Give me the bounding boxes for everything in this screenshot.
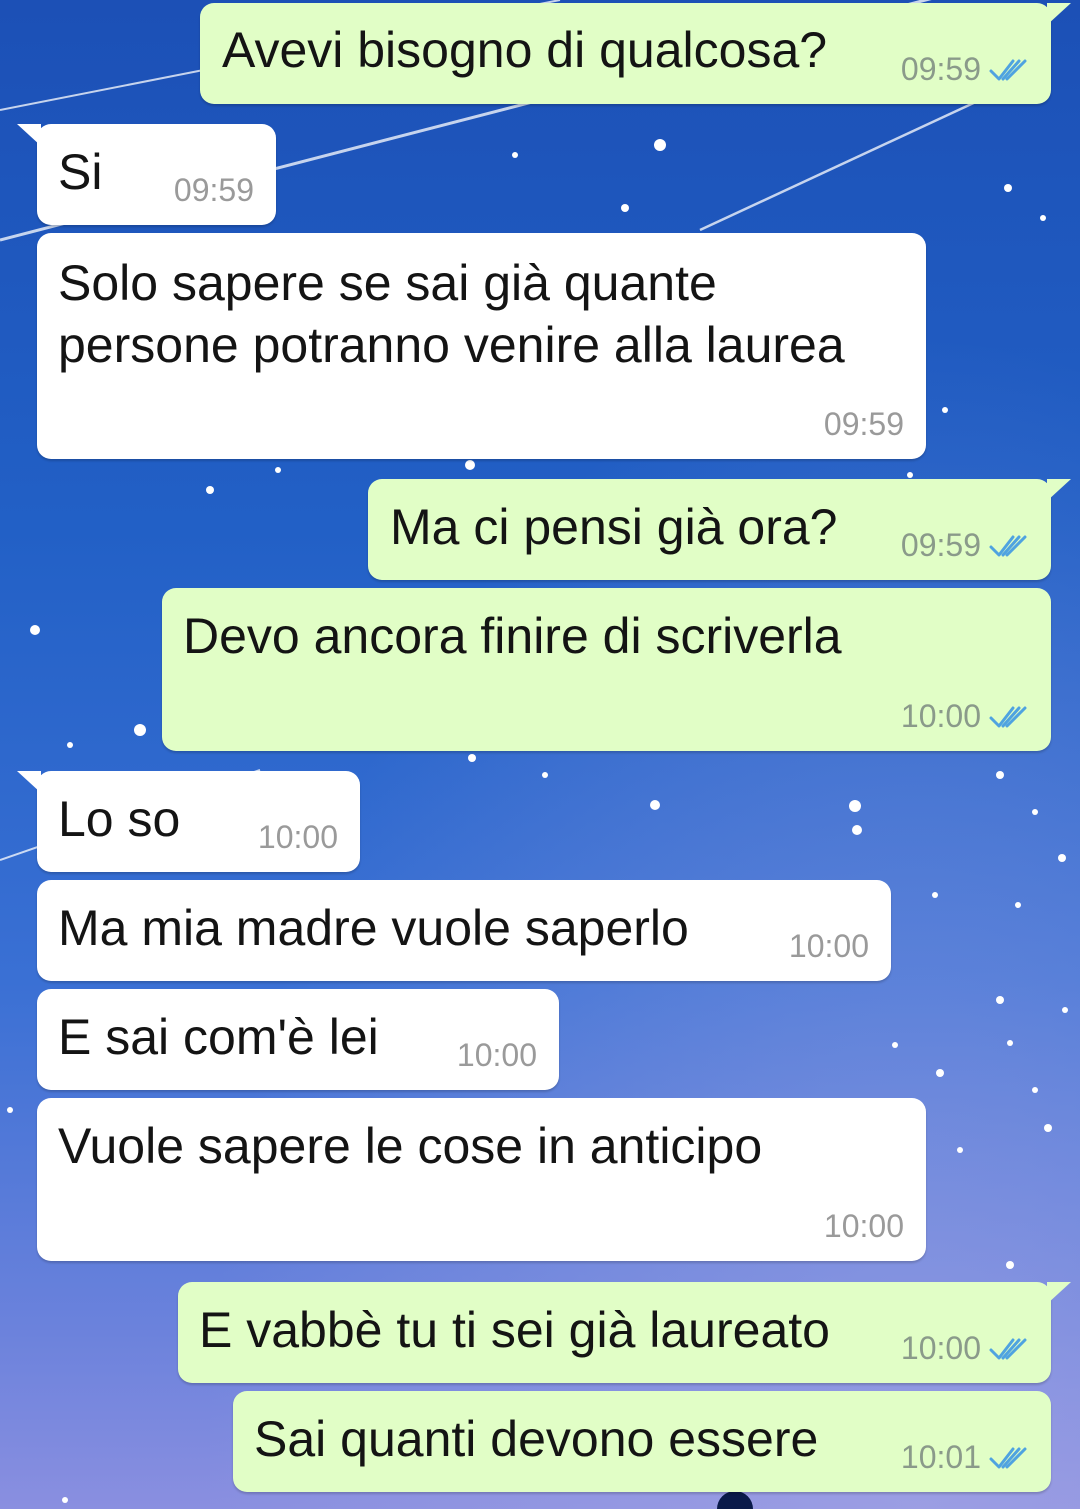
message-meta: 10:01 bbox=[901, 1439, 1029, 1476]
message-bubble-outgoing[interactable]: Ma ci pensi già ora? 09:59 bbox=[368, 479, 1071, 580]
message-meta: 10:00 bbox=[901, 698, 1029, 735]
message-time: 09:59 bbox=[900, 527, 981, 563]
message-text: Sai quanti devono essere bbox=[254, 1411, 819, 1467]
message-meta: 10:00 bbox=[901, 1330, 1029, 1367]
message-meta: 09:59 bbox=[174, 172, 254, 209]
message-text: Avevi bisogno di qualcosa? bbox=[222, 22, 828, 78]
message-bubble-incoming[interactable]: Vuole sapere le cose in anticipo 10:00 bbox=[37, 1098, 926, 1261]
message-text: E vabbè tu ti sei già laureato bbox=[199, 1302, 830, 1358]
message-time: 09:59 bbox=[900, 51, 981, 87]
message-meta: 10:00 bbox=[824, 1208, 904, 1245]
message-bubble-outgoing[interactable]: Avevi bisogno di qualcosa? 09:59 bbox=[200, 3, 1071, 104]
message-time: 10:01 bbox=[900, 1439, 981, 1475]
message-meta: 09:59 bbox=[824, 406, 904, 443]
message-time: 10:00 bbox=[456, 1037, 537, 1073]
message-time: 10:00 bbox=[900, 698, 981, 734]
bubble-tail bbox=[1047, 479, 1071, 501]
message-text: E sai com'è lei bbox=[58, 1009, 379, 1065]
message-time: 10:00 bbox=[823, 1208, 904, 1244]
message-meta: 10:00 bbox=[258, 819, 338, 856]
bubble-tail bbox=[1047, 1282, 1071, 1304]
bubble-tail bbox=[17, 124, 41, 146]
double-check-icon bbox=[989, 706, 1027, 727]
message-meta: 10:00 bbox=[789, 928, 869, 965]
message-text: Devo ancora finire di scriverla bbox=[183, 608, 842, 664]
double-check-icon bbox=[989, 535, 1027, 556]
message-time: 10:00 bbox=[257, 819, 338, 855]
message-bubble-incoming[interactable]: Solo sapere se sai già quante persone po… bbox=[37, 233, 926, 459]
message-text: Ma mia madre vuole saperlo bbox=[58, 900, 689, 956]
message-bubble-incoming[interactable]: Si 09:59 bbox=[17, 124, 276, 225]
bubble-tail bbox=[1047, 3, 1071, 25]
message-bubble-outgoing[interactable]: E vabbè tu ti sei già laureato 10:00 bbox=[178, 1282, 1071, 1383]
message-bubble-incoming[interactable]: E sai com'è lei 10:00 bbox=[37, 989, 559, 1090]
message-bubble-incoming[interactable]: Lo so 10:00 bbox=[17, 771, 360, 872]
message-bubble-outgoing[interactable]: Sai quanti devono essere 10:01 bbox=[233, 1391, 1051, 1492]
message-time: 09:59 bbox=[173, 172, 254, 208]
message-text: Vuole sapere le cose in anticipo bbox=[58, 1118, 763, 1174]
message-meta: 09:59 bbox=[901, 51, 1029, 88]
double-check-icon bbox=[989, 1338, 1027, 1359]
message-text-line-2: persone potranno venire alla laurea bbox=[58, 317, 845, 373]
message-time: 09:59 bbox=[823, 406, 904, 442]
message-text: Ma ci pensi già ora? bbox=[390, 499, 838, 555]
double-check-icon bbox=[989, 1447, 1027, 1468]
message-time: 10:00 bbox=[900, 1330, 981, 1366]
message-time: 10:00 bbox=[788, 928, 869, 964]
message-bubble-incoming[interactable]: Ma mia madre vuole saperlo 10:00 bbox=[37, 880, 891, 981]
double-check-icon bbox=[989, 59, 1027, 80]
bubble-tail bbox=[17, 771, 41, 793]
message-text: Lo so bbox=[58, 791, 181, 847]
message-text-line-1: Solo sapere se sai già quante bbox=[58, 255, 717, 311]
message-bubble-outgoing[interactable]: Devo ancora finire di scriverla 10:00 bbox=[162, 588, 1051, 751]
message-meta: 10:00 bbox=[457, 1037, 537, 1074]
message-text: Si bbox=[58, 144, 103, 200]
message-meta: 09:59 bbox=[901, 527, 1029, 564]
